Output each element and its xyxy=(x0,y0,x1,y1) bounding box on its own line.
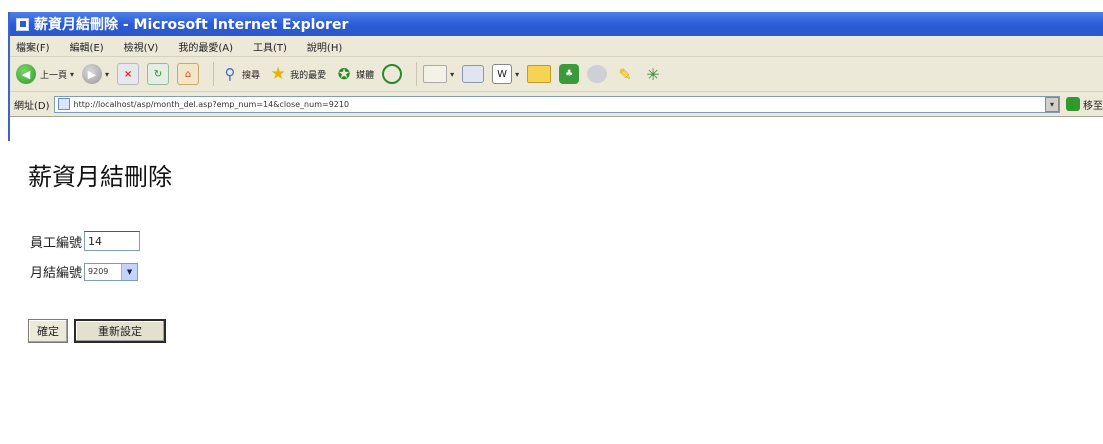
media-label: 媒體 xyxy=(356,70,375,81)
page-title: 薪資月結刪除 xyxy=(28,163,172,191)
page-icon xyxy=(57,98,70,110)
favorites-label: 我的最愛 xyxy=(290,70,327,81)
back-arrow-icon: ◀ xyxy=(16,64,36,84)
emp-num-value: 14 xyxy=(88,234,103,248)
research-button[interactable]: ✎ xyxy=(615,64,635,84)
messenger-button[interactable]: ♣ xyxy=(559,64,580,84)
printer-icon xyxy=(462,65,485,83)
address-dropdown-icon[interactable]: ▾ xyxy=(1045,96,1059,112)
back-label: 上一頁 xyxy=(40,70,68,81)
print-button[interactable] xyxy=(462,65,485,83)
close-num-label: 月結編號 xyxy=(30,266,83,281)
search-icon: ⚲ xyxy=(224,65,236,83)
close-num-row: 月結編號 9209 ▼ xyxy=(30,262,139,281)
edit-document-icon: W xyxy=(492,64,513,84)
menu-view[interactable]: 檢視(V) xyxy=(124,39,159,54)
plugin-icon: ✳ xyxy=(646,64,660,84)
home-icon: ⌂ xyxy=(177,63,200,85)
messenger-icon: ♣ xyxy=(559,64,580,84)
title-bar: 薪資月結刪除 - Microsoft Internet Explorer xyxy=(10,12,1103,36)
select-dropdown-icon[interactable]: ▼ xyxy=(121,263,138,280)
edit-dropdown-icon[interactable]: ▾ xyxy=(515,70,519,79)
form-buttons: 確定 重新設定 xyxy=(28,319,166,343)
menu-tools[interactable]: 工具(T) xyxy=(253,39,287,54)
close-num-select[interactable]: 9209 ▼ xyxy=(84,262,139,281)
research-icon: ✎ xyxy=(618,64,632,84)
page-content: 薪資月結刪除 員工編號 14 月結編號 9209 ▼ 確定 重新設定 xyxy=(8,141,1103,444)
standard-toolbar: ◀ 上一頁 ▾ ▶ ▾ × ↻ ⌂ ⚲ 搜尋 ★ 我的最愛 ✪ 媒體 ▾ W ▾… xyxy=(10,57,1103,92)
go-arrow-icon xyxy=(1066,97,1080,111)
emp-num-row: 員工編號 14 xyxy=(30,231,141,251)
menu-bar: 檔案(F) 編輯(E) 檢視(V) 我的最愛(A) 工具(T) 說明(H) xyxy=(10,36,1103,57)
menu-favorites[interactable]: 我的最愛(A) xyxy=(178,39,233,54)
mail-icon xyxy=(423,65,448,83)
address-input[interactable]: http://localhost/asp/month_del.asp?emp_n… xyxy=(53,95,1060,113)
favorites-star-icon: ★ xyxy=(270,64,286,84)
home-button[interactable]: ⌂ xyxy=(177,63,200,85)
menu-edit[interactable]: 編輯(E) xyxy=(70,39,104,54)
go-button[interactable]: 移至 xyxy=(1066,97,1103,112)
discuss-icon xyxy=(587,65,608,83)
go-label: 移至 xyxy=(1083,100,1103,112)
refresh-icon: ↻ xyxy=(147,63,170,85)
address-url[interactable]: http://localhost/asp/month_del.asp?emp_n… xyxy=(74,100,350,109)
refresh-button[interactable]: ↻ xyxy=(147,63,170,85)
history-icon xyxy=(382,64,403,84)
back-dropdown-icon[interactable]: ▾ xyxy=(70,70,74,79)
favorites-button[interactable]: ★ 我的最愛 xyxy=(268,64,326,84)
address-label: 網址(D) xyxy=(14,100,50,112)
folder-icon xyxy=(527,65,552,83)
menu-help[interactable]: 說明(H) xyxy=(307,39,342,54)
tools-extra-button[interactable]: ✳ xyxy=(643,64,663,84)
toolbar-separator xyxy=(416,62,418,86)
edit-button[interactable]: W ▾ xyxy=(492,64,519,84)
search-button[interactable]: ⚲ 搜尋 xyxy=(220,64,261,84)
forward-arrow-icon: ▶ xyxy=(82,64,103,84)
media-icon: ✪ xyxy=(337,65,351,83)
submit-button[interactable]: 確定 xyxy=(28,319,68,343)
forward-button[interactable]: ▶ ▾ xyxy=(82,64,109,84)
ie-page-icon xyxy=(16,17,29,31)
history-button[interactable] xyxy=(382,64,403,84)
back-button[interactable]: ◀ 上一頁 ▾ xyxy=(16,64,74,84)
window-title: 薪資月結刪除 - Microsoft Internet Explorer xyxy=(34,17,349,33)
emp-num-input[interactable]: 14 xyxy=(84,231,141,251)
stop-icon: × xyxy=(117,63,140,85)
reset-button[interactable]: 重新設定 xyxy=(74,319,166,343)
mail-dropdown-icon[interactable]: ▾ xyxy=(450,70,454,79)
folder-button[interactable] xyxy=(527,65,552,83)
discuss-button[interactable] xyxy=(587,65,608,83)
search-label: 搜尋 xyxy=(242,70,261,81)
menu-file[interactable]: 檔案(F) xyxy=(16,39,50,54)
close-num-value: 9209 xyxy=(88,267,109,276)
address-bar: 網址(D) http://localhost/asp/month_del.asp… xyxy=(10,92,1103,117)
forward-dropdown-icon[interactable]: ▾ xyxy=(105,70,109,79)
mail-button[interactable]: ▾ xyxy=(423,65,454,83)
emp-num-label: 員工編號 xyxy=(30,235,83,251)
media-button[interactable]: ✪ 媒體 xyxy=(334,64,374,84)
stop-button[interactable]: × xyxy=(117,63,140,85)
toolbar-separator xyxy=(213,62,215,86)
